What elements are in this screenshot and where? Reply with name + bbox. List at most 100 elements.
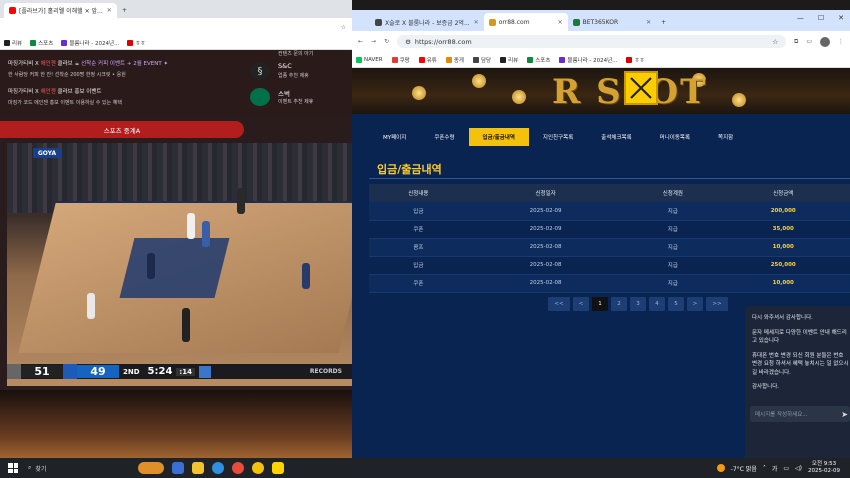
tab-label: X슬로 X 블룸나라 - 보증금 2억... [385,19,470,27]
task-view-icon[interactable] [172,462,184,474]
page-button[interactable]: 3 [630,297,646,311]
tab-bloom[interactable]: X슬로 X 블룸나라 - 보증금 2억... ✕ [370,13,484,31]
table-cell: 콤프 [369,238,468,257]
close-icon[interactable]: ✕ [107,7,112,14]
sidebar-icon[interactable]: ▭ [806,38,812,45]
tab-bet365[interactable]: BET365KOR ✕ [568,13,657,31]
bookmark-item[interactable]: 블룸나라 - 2024년... [559,56,617,64]
star-icon[interactable]: ☆ [772,38,778,46]
close-icon[interactable]: ✕ [474,19,479,26]
transaction-table: 신청내용신청일자신청계원신청금액진 입금2025-02-09지급200,000승… [369,184,850,293]
weather-icon [716,464,725,472]
promo-line-3[interactable]: 마징가티비 X 에인젠 클라브 홍보 이벤트 [8,87,102,95]
bookmark-label: 블룸나라 - 2024년... [69,40,120,47]
nav-tab-0[interactable]: MY페이지 [369,128,420,146]
nav-tab-2[interactable]: 입금/출금내역 [468,128,529,146]
bookmark-bloom[interactable]: 블룸나라 - 2024년... [61,39,119,47]
nav-tab-3[interactable]: 지인친구목록 [529,128,587,146]
left-browser-window: [플라브가] 홀리웰 이해핼 ✕ 앞... ✕ + ☆ 리뷰 스포츠 블룸나라 … [0,0,352,458]
search-label: 찾기 [35,465,47,473]
close-icon[interactable]: ✕ [646,19,651,26]
nav-tab-1[interactable]: 쿠폰수령 [420,128,468,146]
page-button[interactable]: 2 [611,297,627,311]
send-icon[interactable]: ➤ [841,410,848,419]
site-info-icon[interactable]: ⚙ [405,38,411,46]
volume-icon[interactable]: ◁) [795,465,802,472]
tab-orr88[interactable]: orr88.com ✕ [483,13,568,31]
bookmark-item[interactable]: 담당 [472,56,491,64]
table-row: 콤프2025-02-08지급10,000처 [369,238,850,257]
weather-text[interactable]: -7°C 맑음 [731,464,757,473]
windows-start-icon[interactable] [8,463,18,473]
page-button[interactable]: << [548,297,570,311]
star-icon[interactable]: ☆ [341,24,346,31]
profile-avatar[interactable] [820,36,830,47]
bookmark-hh[interactable]: ㅎㅎ [127,39,145,47]
nav-tab-6[interactable]: 쪽지함 [704,128,747,146]
language-icon[interactable]: 가 [772,464,778,473]
left-tab-youtube[interactable]: [플라브가] 홀리웰 이해핼 ✕ 앞... ✕ [4,3,117,18]
bookmark-item[interactable]: 스포츠 [527,56,550,64]
page-button[interactable]: 5 [668,297,684,311]
bookmark-item[interactable]: 쿠팡 [391,56,410,64]
page-button[interactable]: 1 [592,297,608,311]
page-button[interactable]: 4 [649,297,665,311]
bookmark-review[interactable]: 리뷰 [4,39,22,47]
new-tab-button[interactable]: + [117,3,132,18]
desktop: [플라브가] 홀리웰 이해핼 ✕ 앞... ✕ + ☆ 리뷰 스포츠 블룸나라 … [0,0,850,478]
sports-stream-button[interactable]: 스포츠 중계A [0,121,244,138]
taskbar-clock[interactable]: 오전 9:53 2025-02-09 [808,461,840,475]
basketball-video-player[interactable]: GOYA 51 49 2ND 5:24 :14 RECORDS [7,143,352,386]
bookmark-item[interactable]: ㅎㅎ [626,56,645,64]
bookmark-item[interactable]: 리뷰 [500,56,518,64]
player-figure [147,253,155,279]
page-button[interactable]: >> [706,297,728,311]
bookmark-sports[interactable]: 스포츠 [30,39,53,47]
edge-icon[interactable] [212,462,224,474]
nav-tab-5[interactable]: 머니이동목록 [646,128,704,146]
game-scoreboard: 51 49 2ND 5:24 :14 RECORDS [7,364,352,379]
nav-tab-4[interactable]: 출석체크목록 [587,128,645,146]
pizza-widget-icon[interactable] [138,462,164,474]
url-input[interactable]: ⚙ https://orr88.com ☆ [397,35,787,48]
network-icon[interactable]: ▭ [783,465,789,472]
page-button[interactable]: < [573,297,589,311]
chevron-up-icon[interactable]: ˄ [763,465,766,472]
page-button[interactable]: > [687,297,703,311]
close-icon[interactable]: ✕ [558,19,563,26]
table-cell: 처 [844,274,850,293]
forward-icon[interactable]: → [371,38,376,45]
kakaotalk-icon[interactable] [272,462,284,474]
extensions-icon[interactable]: ⧉ [794,38,798,46]
page-title: 입금/출금내역 [377,163,442,176]
bookmark-icon [500,56,507,63]
chrome-icon[interactable] [232,462,244,474]
table-cell: 35,000 [722,220,845,239]
bookmark-item[interactable]: 유튜 [418,56,437,64]
table-cell: 쿠폰 [369,274,468,293]
minimize-icon[interactable]: — [797,14,804,22]
taskbar-search[interactable]: ⌕ 찾기 [28,461,118,475]
coin-decoration [412,86,426,100]
chat-messages: 다시 와주셔서 감사합니다. 문자 메세지로 다양한 이벤트 안내 해드리고 있습… [752,314,850,398]
bet-icon [572,18,580,26]
file-explorer-icon[interactable] [192,462,204,474]
promo-line-1[interactable]: 마징가티비 X 에인젠 클라브 ☕ 선착순 커피 이벤트 + 2월 EVENT … [8,59,168,67]
bookmark-label: 종게 [453,57,464,64]
left-address-bar[interactable]: ☆ [0,18,352,36]
new-tab-button[interactable]: + [656,13,671,31]
close-banner-icon[interactable] [624,71,658,105]
chat-message: 문자 메세지로 다양한 이벤트 안내 해드리고 있습니다 [752,329,847,345]
youtube-icon [9,7,16,14]
sc-logo-icon: § [250,62,270,80]
magic-logo-icon [63,364,77,379]
chrome-alt-icon[interactable] [252,462,264,474]
bookmark-item[interactable]: 종게 [445,56,464,64]
back-icon[interactable]: ← [358,38,363,45]
maximize-icon[interactable]: ☐ [818,14,824,22]
close-window-icon[interactable]: ✕ [838,14,844,22]
chat-message-input[interactable]: 메시지를 작성하세요... [750,406,850,422]
menu-icon[interactable]: ⋮ [838,38,844,45]
bookmark-item[interactable]: NAVER [356,56,383,63]
reload-icon[interactable]: ↻ [384,38,389,45]
